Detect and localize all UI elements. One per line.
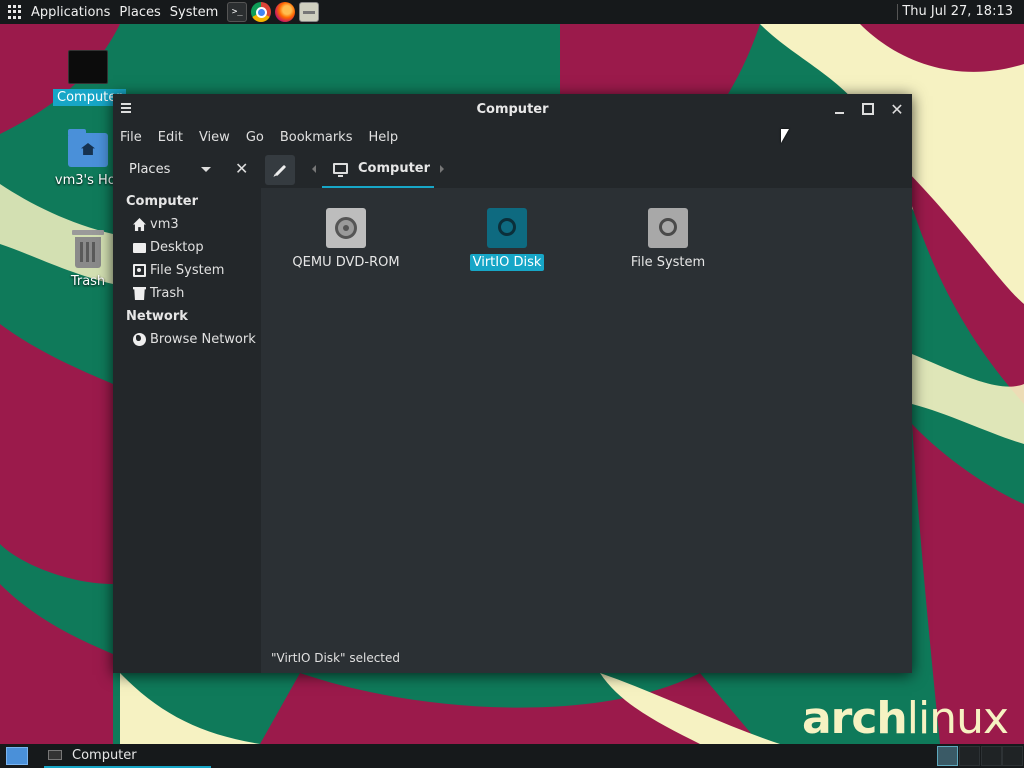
- window-titlebar[interactable]: Computer ✕: [113, 94, 912, 124]
- sidebar-item-trash[interactable]: Trash: [133, 286, 184, 301]
- drive-virtio-disk[interactable]: VirtIO Disk: [432, 208, 582, 271]
- sidebar-item-file-system[interactable]: File System: [133, 263, 224, 278]
- desktop-icon: [133, 242, 146, 253]
- mouse-cursor-icon: [781, 129, 789, 143]
- window-menu-icon[interactable]: [121, 103, 131, 113]
- edit-location-button[interactable]: [265, 155, 295, 185]
- sidebar-item-label: Desktop: [150, 240, 204, 255]
- app-grid-icon[interactable]: [8, 5, 22, 19]
- status-bar: "VirtIO Disk" selected: [261, 643, 912, 673]
- system-menu[interactable]: System: [170, 5, 218, 20]
- drive-file-system[interactable]: File System: [593, 208, 743, 271]
- path-scroll-left-icon[interactable]: [312, 165, 316, 173]
- status-text: "VirtIO Disk" selected: [271, 651, 400, 665]
- terminal-icon[interactable]: >_: [227, 2, 248, 22]
- window-icon: [48, 750, 62, 760]
- optical-drive-icon: [326, 208, 366, 248]
- filesystem-icon: [133, 264, 146, 277]
- sidebar-section-network: Network: [126, 309, 188, 324]
- monitor-icon: [333, 162, 348, 177]
- sidebar-item-vm3[interactable]: vm3: [133, 217, 179, 232]
- computer-icon: [68, 50, 108, 84]
- chrome-icon[interactable]: [251, 2, 272, 22]
- sidebar-item-label: Browse Network: [150, 332, 256, 347]
- maximize-button[interactable]: [859, 100, 877, 118]
- minimize-button[interactable]: [830, 100, 848, 118]
- firefox-icon[interactable]: [275, 2, 296, 22]
- menubar: File Edit View Go Bookmarks Help: [113, 124, 912, 150]
- menu-edit[interactable]: Edit: [158, 130, 183, 145]
- sidebar-header-label: Places: [129, 161, 171, 177]
- pencil-icon: [274, 164, 286, 176]
- drive-label: File System: [630, 255, 706, 270]
- toolbar: Places ✕ Computer: [113, 150, 912, 188]
- applications-menu[interactable]: Applications: [31, 5, 110, 20]
- sidebar: Computer vm3 Desktop File System Trash N…: [113, 188, 261, 673]
- file-view[interactable]: QEMU DVD-ROM VirtIO Disk File System: [261, 188, 912, 643]
- home-folder-icon: [68, 129, 108, 167]
- sidebar-section-computer: Computer: [126, 194, 199, 209]
- panel-separator: [897, 4, 898, 20]
- chevron-down-icon[interactable]: [201, 167, 211, 172]
- network-icon: [133, 333, 146, 346]
- show-desktop-button[interactable]: [6, 747, 28, 765]
- drive-qemu-dvd-rom[interactable]: QEMU DVD-ROM: [271, 208, 421, 271]
- sidebar-item-browse-network[interactable]: Browse Network: [133, 332, 256, 347]
- close-sidebar-icon[interactable]: ✕: [235, 159, 248, 178]
- file-manager-icon[interactable]: [299, 2, 320, 22]
- drive-label: VirtIO Disk: [469, 254, 545, 271]
- desktop-icon-label: Trash: [70, 274, 106, 289]
- menu-go[interactable]: Go: [246, 130, 264, 145]
- menu-file[interactable]: File: [120, 130, 142, 145]
- top-panel: Applications Places System >_ Thu Jul 27…: [0, 0, 1024, 24]
- desktop-icon-label: vm3's Hor: [54, 173, 122, 188]
- breadcrumb-label: Computer: [358, 160, 431, 176]
- window-title: Computer: [476, 101, 549, 117]
- workspace-4[interactable]: [1002, 746, 1023, 766]
- home-icon: [133, 218, 146, 231]
- workspace-3[interactable]: [981, 746, 1002, 766]
- sidebar-item-label: File System: [150, 263, 225, 278]
- drive-label: QEMU DVD-ROM: [292, 255, 400, 270]
- taskbar-item-computer[interactable]: Computer: [44, 744, 211, 768]
- sidebar-item-label: Trash: [150, 286, 185, 301]
- workspace-2[interactable]: [959, 746, 980, 766]
- file-manager-window: Computer ✕ File Edit View Go Bookmarks H…: [113, 94, 912, 673]
- menu-help[interactable]: Help: [368, 130, 398, 145]
- hard-disk-icon: [487, 208, 527, 248]
- close-button[interactable]: ✕: [888, 100, 906, 119]
- filesystem-drive-icon: [648, 208, 688, 248]
- trash-icon: [72, 230, 104, 268]
- menu-view[interactable]: View: [199, 130, 230, 145]
- breadcrumb-computer[interactable]: Computer: [322, 150, 434, 188]
- sidebar-item-desktop[interactable]: Desktop: [133, 240, 204, 255]
- workspace-1[interactable]: [937, 746, 958, 766]
- arch-linux-logo: archlinux: [801, 693, 1009, 744]
- taskbar-item-label: Computer: [72, 747, 137, 763]
- trash-icon: [133, 287, 146, 300]
- path-scroll-right-icon[interactable]: [440, 165, 444, 173]
- places-menu[interactable]: Places: [119, 5, 160, 20]
- clock[interactable]: Thu Jul 27, 18:13: [902, 4, 1013, 19]
- content-area: Computer vm3 Desktop File System Trash N…: [113, 188, 912, 673]
- bottom-panel: Computer: [0, 744, 1024, 768]
- menu-bookmarks[interactable]: Bookmarks: [280, 130, 353, 145]
- sidebar-item-label: vm3: [150, 217, 179, 232]
